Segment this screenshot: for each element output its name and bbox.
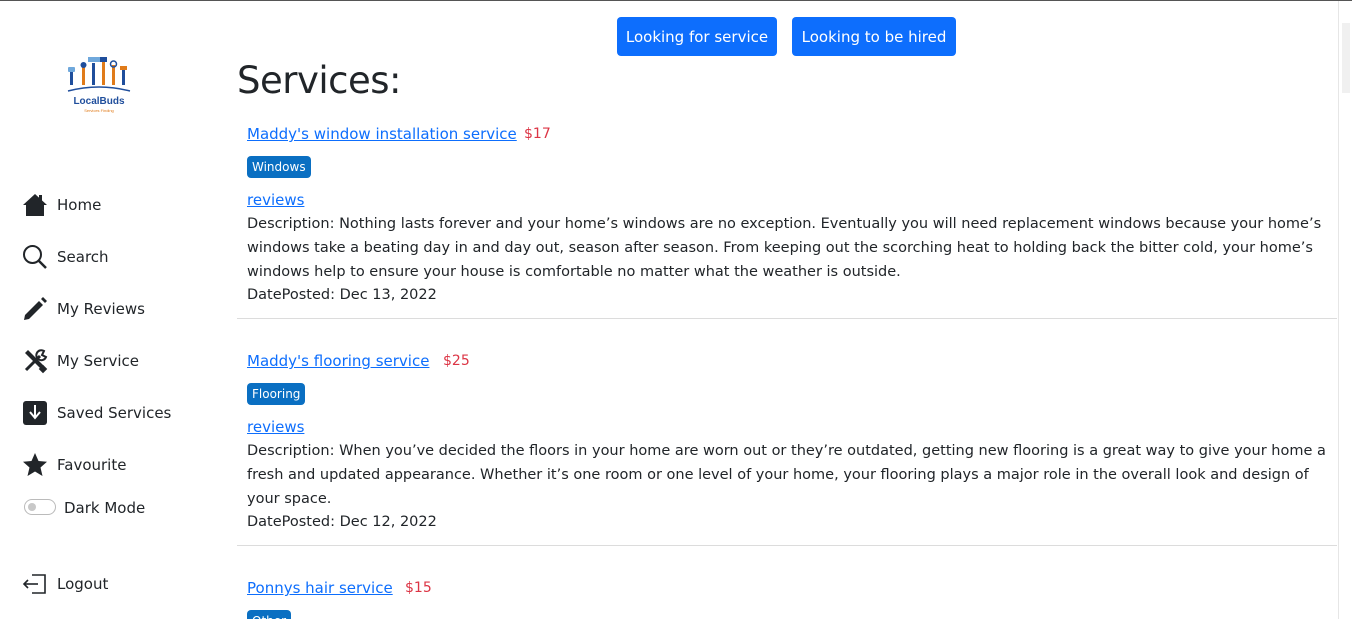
dark-mode-label: Dark Mode	[64, 499, 146, 517]
brand-name: LocalBuds	[73, 96, 125, 107]
sidebar-item-my-service[interactable]: My Service	[22, 347, 139, 375]
brand-tagline: Services Finding	[84, 108, 114, 113]
pencil-icon	[24, 297, 47, 320]
service-title-link[interactable]: Maddy's window installation service	[247, 125, 517, 143]
search-icon	[23, 245, 47, 269]
house-icon	[23, 194, 47, 216]
brand-logo[interactable]: LocalBuds Services Finding	[62, 53, 136, 117]
sidebar-item-search[interactable]: Search	[22, 243, 109, 271]
service-price: $15	[405, 580, 432, 596]
sidebar-item-saved-services[interactable]: Saved Services	[22, 399, 171, 427]
date-posted: DatePosted: Dec 13, 2022	[247, 287, 437, 303]
sidebar-item-label: Search	[57, 248, 109, 266]
category-badge: Windows	[247, 156, 311, 178]
download-box-icon	[23, 401, 47, 425]
logout-button[interactable]: Logout	[22, 570, 108, 598]
card-divider	[237, 318, 1337, 319]
sidebar-item-label: Home	[57, 196, 102, 214]
looking-for-service-button[interactable]: Looking for service	[617, 17, 777, 56]
date-posted: DatePosted: Dec 12, 2022	[247, 514, 437, 530]
sidebar-item-label: Saved Services	[57, 404, 172, 422]
star-icon	[23, 453, 47, 476]
service-description: Description: Nothing lasts forever and y…	[247, 216, 1322, 280]
looking-to-be-hired-button[interactable]: Looking to be hired	[792, 17, 956, 56]
scrollbar[interactable]	[1338, 1, 1352, 619]
service-price: $17	[524, 126, 551, 142]
sidebar-item-label: Favourite	[57, 456, 127, 474]
category-badge: Flooring	[247, 383, 306, 405]
logout-label: Logout	[57, 575, 109, 593]
sidebar-item-favourite[interactable]: Favourite	[22, 451, 126, 479]
tools-logo-icon	[67, 57, 131, 92]
service-title-link[interactable]: Ponnys hair service	[247, 579, 393, 597]
sidebar-item-my-reviews[interactable]: My Reviews	[22, 295, 145, 323]
tools-icon	[24, 349, 48, 374]
category-badge: Other	[247, 610, 292, 619]
scrollbar-thumb[interactable]	[1342, 23, 1350, 93]
sidebar-item-home[interactable]: Home	[22, 191, 101, 219]
dark-mode-toggle[interactable]	[24, 499, 56, 515]
card-divider	[237, 545, 1337, 546]
service-price: $25	[443, 353, 470, 369]
toggle-knob	[28, 503, 36, 511]
sidebar-item-label: My Reviews	[57, 300, 145, 318]
sidebar: LocalBuds Services Finding Home Search M…	[0, 1, 210, 619]
logout-icon	[22, 574, 46, 594]
page-title: Services:	[237, 59, 402, 102]
service-title-link[interactable]: Maddy's flooring service	[247, 352, 429, 370]
reviews-link[interactable]: reviews	[247, 418, 304, 436]
sidebar-item-label: My Service	[57, 352, 140, 370]
reviews-link[interactable]: reviews	[247, 191, 304, 209]
service-description: Description: When you’ve decided the flo…	[247, 443, 1326, 507]
